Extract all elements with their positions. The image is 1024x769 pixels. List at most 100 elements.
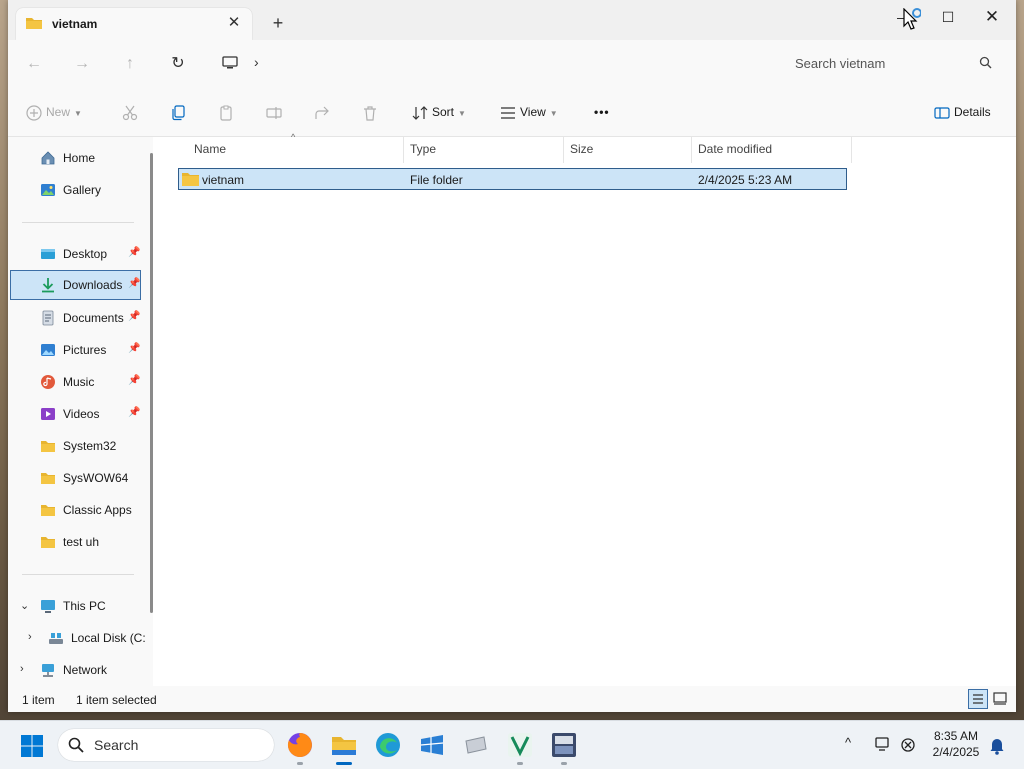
firefox-icon[interactable] <box>286 731 314 759</box>
status-bar: 1 item 1 item selected <box>8 686 1016 712</box>
command-bar: New ▼ Sort ▼ View ▼ ••• Details <box>8 88 1016 137</box>
address-bar[interactable]: › <box>208 48 768 78</box>
sidebar-item-this-pc[interactable]: This PC <box>10 591 141 621</box>
sidebar-item-pictures[interactable]: Pictures 📌 <box>10 335 141 365</box>
running-indicator <box>561 762 567 765</box>
clock-time: 8:35 AM <box>933 729 979 743</box>
sort-button[interactable]: Sort ▼ <box>412 100 466 124</box>
pin-icon: 📌 <box>128 278 141 289</box>
pin-icon: 📌 <box>128 375 141 386</box>
sidebar-item-label: This PC <box>63 599 106 613</box>
new-button[interactable]: New ▼ <box>26 100 82 124</box>
sort-icon <box>412 105 428 120</box>
forward-arrow-icon[interactable]: → <box>68 52 96 76</box>
store-icon[interactable] <box>418 731 446 759</box>
folder-icon <box>41 473 55 484</box>
share-button[interactable] <box>314 100 330 124</box>
up-arrow-icon[interactable]: ↑ <box>116 52 144 76</box>
sidebar-item-label: Local Disk (C: <box>71 631 146 645</box>
column-header-name[interactable]: Name <box>194 137 226 163</box>
sidebar-divider <box>22 574 134 575</box>
mouse-cursor-icon <box>903 8 921 30</box>
column-header-date-modified[interactable]: Date modified <box>698 137 772 163</box>
refresh-icon[interactable]: ↻ <box>164 52 192 76</box>
app-window-icon[interactable] <box>462 731 490 759</box>
breadcrumb-chevron-icon[interactable]: › <box>254 54 259 70</box>
taskbar-search[interactable]: Search <box>58 729 274 761</box>
view-label: View <box>520 105 546 119</box>
table-row[interactable]: vietnam File folder 2/4/2025 5:23 AM <box>178 168 847 190</box>
sidebar-item-music[interactable]: Music 📌 <box>10 367 141 397</box>
rename-button[interactable] <box>266 100 282 124</box>
rename-icon <box>266 106 282 119</box>
tiles-view-button[interactable] <box>991 689 1011 709</box>
more-options-button[interactable]: ••• <box>594 100 610 124</box>
sidebar-item-label: SysWOW64 <box>63 471 129 485</box>
pin-icon: 📌 <box>128 247 141 258</box>
tab-vietnam[interactable]: vietnam ✕ <box>16 8 252 40</box>
view-button[interactable]: View ▼ <box>500 100 558 124</box>
notification-bell-icon[interactable] <box>989 737 1005 755</box>
trash-icon <box>364 106 376 121</box>
column-separator[interactable] <box>403 137 404 163</box>
column-separator[interactable] <box>691 137 692 163</box>
clock-date: 2/4/2025 <box>932 745 980 759</box>
v-app-icon[interactable] <box>506 731 534 759</box>
list-view-icon <box>973 694 983 704</box>
sidebar-item-system32[interactable]: System32 <box>10 431 141 461</box>
file-type: File folder <box>410 173 463 187</box>
sidebar-item-syswow64[interactable]: SysWOW64 <box>10 463 141 493</box>
sidebar-item-desktop[interactable]: Desktop 📌 <box>10 239 141 269</box>
sidebar-item-gallery[interactable]: Gallery <box>10 175 141 205</box>
item-count: 1 item <box>22 693 55 707</box>
sidebar-item-downloads[interactable]: Downloads 📌 <box>10 270 141 300</box>
column-header-size[interactable]: Size <box>570 137 593 163</box>
sidebar-item-home[interactable]: Home <box>10 143 141 173</box>
plus-circle-icon <box>26 105 42 121</box>
windows-start-icon[interactable] <box>20 734 44 758</box>
details-button[interactable]: Details <box>934 100 991 124</box>
tab-title: vietnam <box>52 17 98 31</box>
sidebar-item-test-uh[interactable]: test uh <box>10 527 141 557</box>
sidebar-item-classic-apps[interactable]: Classic Apps <box>10 495 141 525</box>
delete-button[interactable] <box>362 100 378 124</box>
new-tab-button[interactable]: + <box>268 13 288 33</box>
device-icon[interactable] <box>874 736 892 754</box>
visual-studio-2005-icon[interactable] <box>550 731 578 759</box>
column-separator[interactable] <box>851 137 852 163</box>
sidebar-item-videos[interactable]: Videos 📌 <box>10 399 141 429</box>
maximize-button[interactable]: ☐ <box>928 6 968 28</box>
search-icon <box>68 737 84 753</box>
chevron-down-icon: ▼ <box>74 109 82 118</box>
sidebar-item-local-disk[interactable]: Local Disk (C: <box>18 623 149 653</box>
search-box[interactable]: Search vietnam <box>782 48 1002 78</box>
copy-icon <box>172 105 185 120</box>
search-input[interactable]: Search vietnam <box>795 56 885 71</box>
folder-icon <box>41 505 55 516</box>
pc-icon <box>222 56 238 69</box>
sidebar-item-documents[interactable]: Documents 📌 <box>10 303 141 333</box>
close-button[interactable]: ✕ <box>972 6 1012 28</box>
paste-button[interactable] <box>218 100 234 124</box>
show-hidden-icons-chevron-icon[interactable]: ^ <box>845 735 851 750</box>
tab-close-icon[interactable]: ✕ <box>224 13 244 33</box>
back-arrow-icon[interactable]: ← <box>20 52 48 76</box>
sidebar-item-label: Classic Apps <box>63 503 132 517</box>
sidebar-item-network[interactable]: Network <box>10 655 141 685</box>
column-separator[interactable] <box>563 137 564 163</box>
sidebar-scrollbar[interactable] <box>150 153 153 613</box>
sidebar-item-label: Home <box>63 151 96 165</box>
edge-icon[interactable] <box>374 731 402 759</box>
details-view-button[interactable] <box>968 689 988 709</box>
column-header-type[interactable]: Type <box>410 137 436 163</box>
disk-icon <box>49 633 63 644</box>
file-explorer-icon[interactable] <box>330 731 358 759</box>
copy-button[interactable] <box>170 100 186 124</box>
running-indicator <box>517 762 523 765</box>
network-status-icon[interactable] <box>899 736 917 754</box>
system-clock[interactable]: 8:35 AM 2/4/2025 <box>924 728 988 760</box>
file-explorer-window: vietnam ✕ + — ☐ ✕ ← → ↑ ↻ › Search vietn… <box>8 0 1016 712</box>
downloads-icon <box>42 278 54 293</box>
cut-button[interactable] <box>122 100 138 124</box>
view-icon <box>501 107 515 119</box>
